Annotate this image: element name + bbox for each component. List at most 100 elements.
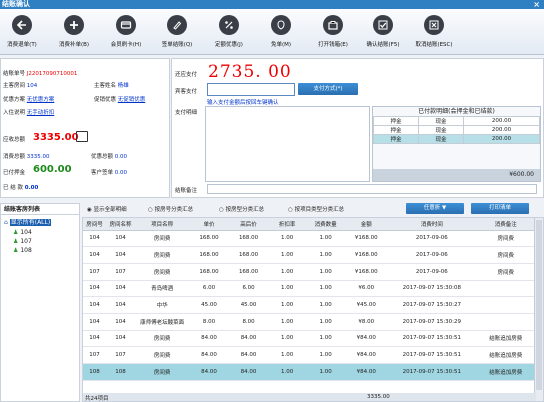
remark-input[interactable] xyxy=(207,184,537,194)
toolbar-label: 消费补单(B) xyxy=(58,42,90,48)
toolbar-label: 会员刷卡(H) xyxy=(110,42,142,48)
table-cell: 104 xyxy=(83,330,106,348)
table-cell: 8.00 xyxy=(228,313,269,331)
free-icon xyxy=(271,15,291,35)
host-room-value: 104 xyxy=(26,83,38,89)
table-cell: 2017-09-07 15:30:27 xyxy=(387,296,477,314)
table-cell: 104 xyxy=(83,296,106,314)
col-room-no[interactable]: 房间号 xyxy=(83,218,106,231)
print-list-button[interactable]: 打印清单 xyxy=(471,203,529,214)
room-item[interactable]: ♟ 108 xyxy=(1,247,79,254)
consume-undo-button[interactable]: 消费退单(T) xyxy=(0,15,47,48)
table-cell: 104 xyxy=(105,296,136,314)
filter-all[interactable]: ◉ 显示全部明细 xyxy=(87,205,127,213)
table-cell: 2017-09-07 15:30:29 xyxy=(387,313,477,331)
settled-value: 0.00 xyxy=(24,185,39,191)
toolbar: 消费退单(T) 消费补单(B) 会员刷卡(H) 签单结账(Q) 定额优惠(J) … xyxy=(0,9,544,55)
grid-scrollbar[interactable] xyxy=(534,218,543,401)
window-title: 结账确认 xyxy=(2,0,30,8)
sign-bill-button[interactable]: 签单结账(Q) xyxy=(152,15,202,48)
table-row[interactable]: 104 104 康师傅老坛酸菜面 8.00 8.00 1.00 1.00 ¥8.00 2017-… xyxy=(83,313,535,331)
table-row[interactable]: 107 107 房间费 84.00 84.00 1.00 1.00 ¥84.00 2017-09… xyxy=(83,346,535,364)
promo-link[interactable]: 无促销优惠 xyxy=(118,97,146,103)
table-cell: 房间费 xyxy=(135,330,190,348)
table-row[interactable]: 104 104 房间费 168.00 168.00 1.00 1.00 ¥168.00 2017… xyxy=(83,246,535,264)
consume-add-button[interactable]: 消费补单(B) xyxy=(49,15,99,48)
table-cell: 中华 xyxy=(135,296,190,314)
payment-detail-area[interactable] xyxy=(205,106,370,182)
free-bill-button[interactable]: 免单(M) xyxy=(256,15,306,48)
stay-link[interactable]: 无手动折扣 xyxy=(27,110,55,116)
title-bar: 结账确认 × xyxy=(0,0,544,9)
room-icon: ♟ xyxy=(13,247,19,254)
col-remark[interactable]: 消费备注 xyxy=(476,218,535,231)
consume-label: 消费总额 xyxy=(3,154,26,160)
table-cell: 结账追加房费 xyxy=(476,330,535,348)
discount-plan-link[interactable]: 无优惠方案 xyxy=(27,97,55,103)
detail-table: 房间号 房间名称 项目名称 单价 高后价 折扣率 消费数量 金额 消费时间 消费… xyxy=(83,218,535,381)
col-room-name[interactable]: 房间名称 xyxy=(105,218,136,231)
deposit-method: 现金 xyxy=(418,125,465,135)
discount-total-value: 0.00 xyxy=(114,154,128,160)
paid-value: 600.00 xyxy=(33,164,72,175)
table-cell: 1.00 xyxy=(305,263,346,281)
cancel-checkout-button[interactable]: 取消结账(ESC) xyxy=(409,15,459,48)
col-amount[interactable]: 金额 xyxy=(345,218,388,231)
table-row[interactable]: 104 104 房间费 84.00 84.00 1.00 1.00 ¥84.00 2017-09… xyxy=(83,330,535,348)
fixed-discount-button[interactable]: 定额优惠(J) xyxy=(204,15,254,48)
table-cell: 168.00 xyxy=(228,263,269,281)
confirm-checkout-button[interactable]: 确认结账(F5) xyxy=(358,15,408,48)
member-card-button[interactable]: 会员刷卡(H) xyxy=(101,15,151,48)
cancel-icon xyxy=(424,15,444,35)
table-cell: 2017-09-06 xyxy=(387,230,477,248)
dropdown-value: 任意折 xyxy=(423,205,441,211)
table-row[interactable]: 104 104 中华 45.00 45.00 1.00 1.00 ¥45.00 2017-09-… xyxy=(83,296,535,314)
deposit-row[interactable]: 押金 现金 200.00 xyxy=(372,116,540,126)
table-cell: 2017-09-07 15:30:51 xyxy=(387,346,477,364)
room-item[interactable]: ♟ 107 xyxy=(1,238,79,245)
table-cell: 1.00 xyxy=(305,313,346,331)
home-icon: ⌂ xyxy=(4,219,8,226)
filter-by-room[interactable]: ○ 按房号分类汇总 xyxy=(148,205,193,213)
table-cell: ¥84.00 xyxy=(345,346,388,364)
col-item-name[interactable]: 项目名称 xyxy=(135,218,190,231)
room-all-item[interactable]: ⌂ 显示所有(ALL) xyxy=(1,217,79,226)
table-cell: 1.00 xyxy=(305,296,346,314)
table-cell: 168.00 xyxy=(228,230,269,248)
toolbar-label: 定额优惠(J) xyxy=(215,42,243,48)
close-icon[interactable]: × xyxy=(533,0,540,9)
table-cell: ¥6.00 xyxy=(345,280,388,298)
scrollbar-thumb[interactable] xyxy=(536,220,542,390)
col-price[interactable]: 单价 xyxy=(189,218,229,231)
deposit-row[interactable]: 押金 现金 200.00 xyxy=(372,125,540,135)
discount-dropdown[interactable]: 任意折 ▼ xyxy=(406,203,464,214)
edit-icon[interactable] xyxy=(76,131,88,142)
deposit-row[interactable]: 押金 现金 200.00 xyxy=(372,134,540,144)
deposit-table: 押金 现金 200.00 押金 现金 200.00 押金 现金 200.00 xyxy=(372,116,540,144)
table-cell: 1.00 xyxy=(305,363,346,381)
table-row[interactable]: 104 104 青岛啤酒 6.00 6.00 1.00 1.00 ¥6.00 2017-09-0… xyxy=(83,280,535,298)
toolbar-label: 打开钱箱(E) xyxy=(318,42,348,48)
guest-pay-input[interactable] xyxy=(207,83,295,96)
open-cashbox-button[interactable]: 打开钱箱(E) xyxy=(308,15,358,48)
table-cell: ¥8.00 xyxy=(345,313,388,331)
filter-by-itemtype[interactable]: ○ 按项目类型分类汇总 xyxy=(288,205,344,213)
deposit-method: 现金 xyxy=(418,134,465,144)
room-item[interactable]: ♟ 104 xyxy=(1,229,79,236)
table-cell: 1.00 xyxy=(268,330,306,348)
col-quantity[interactable]: 消费数量 xyxy=(305,218,346,231)
filter-by-roomtype[interactable]: ○ 按房型分类汇总 xyxy=(219,205,264,213)
table-cell: 6.00 xyxy=(189,280,229,298)
table-row[interactable]: 107 107 房间费 168.00 168.00 1.00 1.00 ¥168.00 2017… xyxy=(83,263,535,281)
grid-footer: 共24项目 3335.00 xyxy=(83,393,536,401)
payment-method-button[interactable]: 支付方式(*) xyxy=(298,83,358,95)
table-row[interactable]: 108 108 房间费 84.00 84.00 1.00 1.00 ¥84.00 2017-09… xyxy=(83,363,535,381)
deposit-total: ¥600.00 xyxy=(373,169,540,181)
col-time[interactable]: 消费时间 xyxy=(387,218,477,231)
col-after-price[interactable]: 高后价 xyxy=(228,218,269,231)
table-cell: ¥84.00 xyxy=(345,363,388,381)
table-cell: 2017-09-06 xyxy=(387,246,477,264)
table-row[interactable]: 104 104 房间费 168.00 168.00 1.00 1.00 ¥168.00 2017… xyxy=(83,230,535,248)
table-cell: ¥168.00 xyxy=(345,230,388,248)
col-discount[interactable]: 折扣率 xyxy=(268,218,306,231)
